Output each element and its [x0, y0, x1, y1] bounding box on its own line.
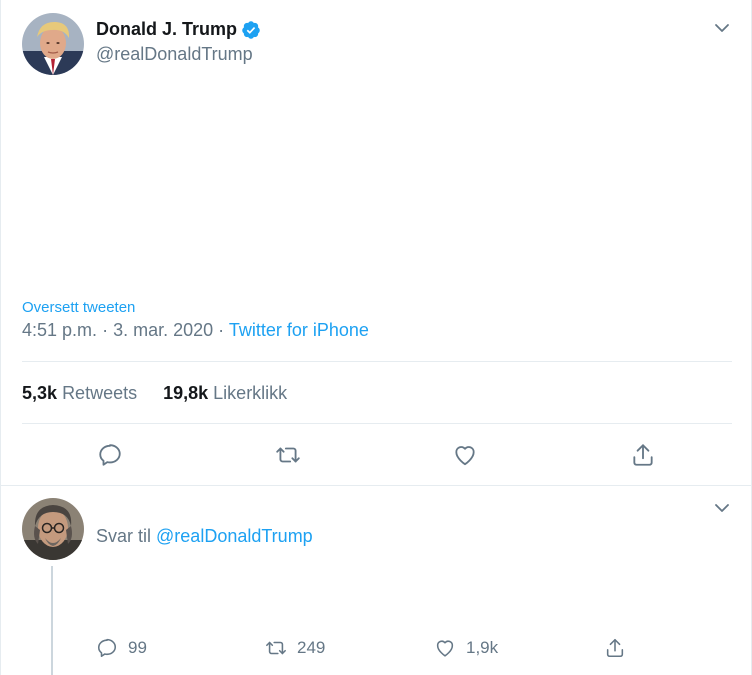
divider [22, 361, 732, 362]
like-icon [436, 640, 454, 657]
reply-to-prefix: Svar til [96, 526, 152, 546]
reply-author-avatar[interactable] [22, 498, 84, 560]
tweet-stats: 5,3k Retweets 19,8k Likerklikk [22, 383, 287, 404]
reply-share-button[interactable] [604, 636, 626, 660]
reply-retweet-button[interactable]: 249 [265, 636, 325, 660]
likes-stat[interactable]: 19,8k Likerklikk [163, 383, 287, 404]
reply-tweet: Svar til @realDonaldTrump 99 249 1,9k [0, 486, 752, 675]
thread-line [51, 566, 53, 675]
reply-context: Svar til @realDonaldTrump [96, 526, 313, 547]
divider [22, 423, 732, 424]
reply-icon [97, 638, 117, 658]
retweets-count: 5,3k [22, 383, 58, 403]
reply-retweet-count: 249 [297, 638, 326, 657]
retweet-icon [266, 641, 286, 655]
reply-to-mention[interactable]: @realDonaldTrump [156, 526, 313, 546]
reply-like-count: 1,9k [466, 638, 499, 657]
reply-like-button[interactable]: 1,9k [434, 636, 498, 660]
author-avatar[interactable] [22, 13, 84, 75]
author-name[interactable]: Donald J. Trump [96, 19, 261, 40]
tweet-date[interactable]: 3. mar. 2020 [113, 320, 213, 340]
retweet-icon[interactable] [274, 441, 302, 469]
reply-count: 99 [128, 638, 147, 657]
tweet-time[interactable]: 4:51 p.m. [22, 320, 97, 340]
reply-menu-chevron-down-icon[interactable] [713, 499, 731, 517]
tweet-source-link[interactable]: Twitter for iPhone [229, 320, 369, 340]
tweet-menu-chevron-down-icon[interactable] [713, 19, 731, 37]
meta-separator: · [218, 320, 225, 340]
meta-separator: · [102, 320, 109, 340]
retweets-label: Retweets [62, 383, 138, 403]
reply-reply-button[interactable]: 99 [96, 636, 147, 660]
tweet-timestamp: 4:51 p.m. · 3. mar. 2020 · Twitter for i… [22, 320, 369, 341]
author-handle[interactable]: @realDonaldTrump [96, 44, 253, 65]
reply-icon[interactable] [96, 441, 124, 469]
author-name-text: Donald J. Trump [96, 19, 238, 39]
share-icon [606, 638, 624, 658]
translate-tweet-link[interactable]: Oversett tweeten [22, 299, 135, 316]
verified-badge-icon [241, 20, 261, 40]
like-icon[interactable] [451, 441, 479, 469]
retweets-stat[interactable]: 5,3k Retweets [22, 383, 137, 404]
share-icon[interactable] [629, 441, 657, 469]
likes-count: 19,8k [163, 383, 209, 403]
likes-label: Likerklikk [213, 383, 288, 403]
main-tweet: Donald J. Trump @realDonaldTrump Overset… [0, 0, 752, 486]
